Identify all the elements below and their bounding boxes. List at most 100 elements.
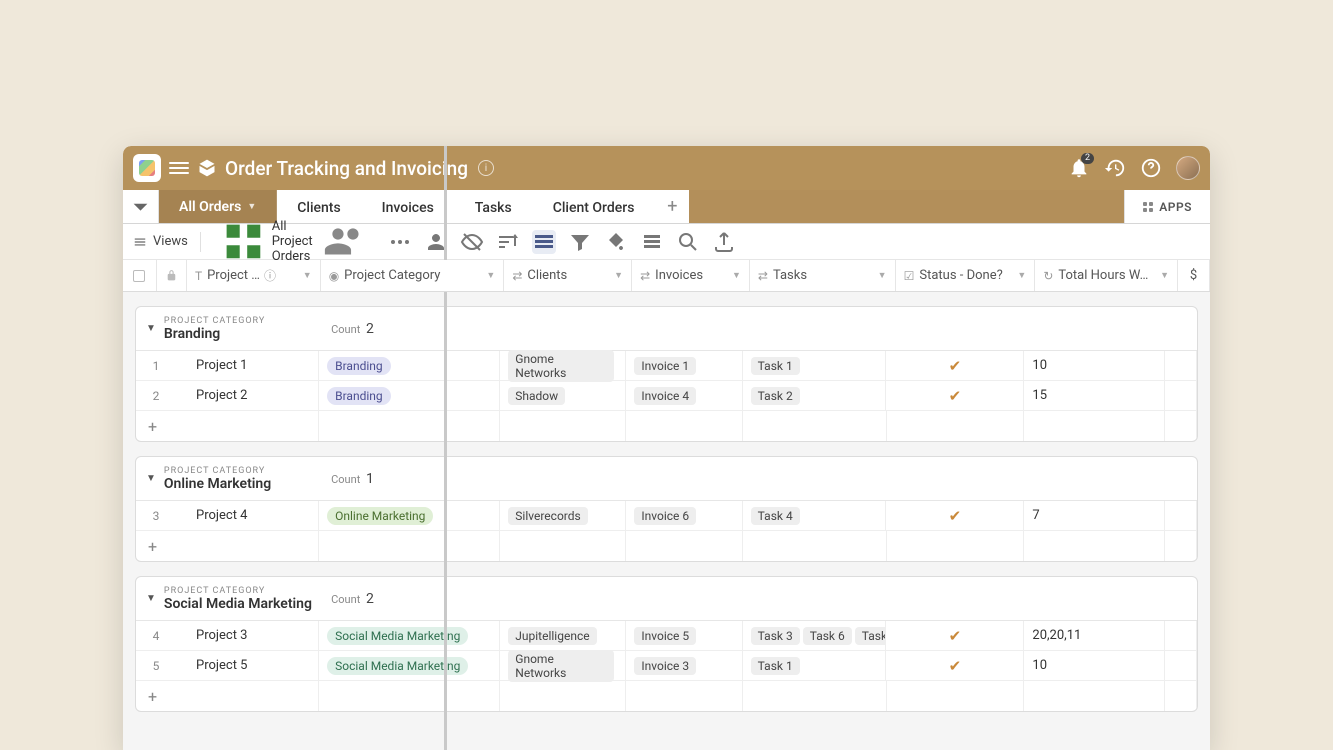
- cell-tasks[interactable]: Task 4: [743, 501, 887, 530]
- table-row[interactable]: 2 Project 2 Branding Shadow Invoice 4 Ta…: [136, 381, 1197, 411]
- row-name-cell[interactable]: 3 Project 4: [136, 501, 319, 530]
- table-row[interactable]: 4 Project 3 Social Media Marketing Jupit…: [136, 621, 1197, 651]
- add-row[interactable]: +: [136, 531, 1197, 561]
- cell-status[interactable]: ✔: [886, 651, 1024, 680]
- row-height-button[interactable]: [640, 230, 664, 254]
- cell-tasks[interactable]: Task 2: [743, 381, 887, 410]
- cell-category[interactable]: Branding: [319, 381, 500, 410]
- task-pill[interactable]: Task 2: [751, 387, 800, 405]
- row-name-cell[interactable]: 1 Project 1: [136, 351, 319, 380]
- cell-category[interactable]: Branding: [319, 351, 500, 380]
- cell-category[interactable]: Social Media Marketing: [319, 651, 500, 680]
- column-project-name[interactable]: T Project … ⓘ ▼: [187, 260, 321, 291]
- notifications-button[interactable]: 2: [1068, 157, 1090, 179]
- column-status[interactable]: ☑ Status - Done? ▼: [896, 260, 1036, 291]
- views-button[interactable]: Views: [133, 234, 188, 249]
- app-logo[interactable]: [133, 154, 161, 182]
- cell-tasks[interactable]: Task 1: [743, 651, 887, 680]
- task-pill[interactable]: Task 3: [751, 627, 800, 645]
- filter-button[interactable]: [568, 230, 592, 254]
- cell-tasks[interactable]: Task 3Task 6Task: [743, 621, 887, 650]
- cell-rate[interactable]: [1165, 651, 1197, 680]
- client-pill[interactable]: Shadow: [508, 387, 565, 405]
- group-header[interactable]: ▼ PROJECT CATEGORY Social Media Marketin…: [136, 577, 1197, 621]
- column-total-hours[interactable]: ↻ Total Hours W… ▼: [1035, 260, 1178, 291]
- cell-rate[interactable]: [1165, 381, 1197, 410]
- cell-invoice[interactable]: Invoice 5: [626, 621, 742, 650]
- cell-client[interactable]: Jupitelligence: [500, 621, 626, 650]
- column-menu-button[interactable]: ▼: [1017, 270, 1026, 281]
- column-project-category[interactable]: ◉ Project Category ▼: [321, 260, 505, 291]
- share-users-button[interactable]: [424, 230, 448, 254]
- cell-hours[interactable]: 20,20,11: [1024, 621, 1165, 650]
- table-row[interactable]: 1 Project 1 Branding Gnome Networks Invo…: [136, 351, 1197, 381]
- invoice-pill[interactable]: Invoice 4: [634, 387, 696, 405]
- hide-fields-button[interactable]: [460, 230, 484, 254]
- cell-client[interactable]: Gnome Networks: [500, 651, 626, 680]
- invoice-pill[interactable]: Invoice 3: [634, 657, 696, 675]
- row-name-cell[interactable]: 2 Project 2: [136, 381, 319, 410]
- cell-invoice[interactable]: Invoice 3: [626, 651, 742, 680]
- table-body[interactable]: ▼ PROJECT CATEGORY Branding Count 2 1 Pr…: [123, 292, 1210, 750]
- cell-client[interactable]: Silverecords: [500, 501, 626, 530]
- cell-hours[interactable]: 15: [1024, 381, 1165, 410]
- collapse-icon[interactable]: ▼: [146, 323, 156, 334]
- cell-hours[interactable]: 10: [1024, 351, 1165, 380]
- tab-tasks[interactable]: Tasks: [455, 190, 533, 223]
- tab-client-orders[interactable]: Client Orders: [533, 190, 656, 223]
- column-menu-button[interactable]: ▼: [1160, 270, 1169, 281]
- column-menu-button[interactable]: ▼: [486, 270, 495, 281]
- add-table-button[interactable]: +: [655, 190, 689, 223]
- cell-status[interactable]: ✔: [886, 351, 1024, 380]
- task-pill[interactable]: Task 6: [803, 627, 852, 645]
- help-button[interactable]: [1140, 157, 1162, 179]
- menu-icon[interactable]: [169, 158, 189, 178]
- cell-status[interactable]: ✔: [886, 381, 1024, 410]
- cell-category[interactable]: Online Marketing: [319, 501, 500, 530]
- cell-rate[interactable]: [1165, 351, 1197, 380]
- collapse-icon[interactable]: ▼: [146, 473, 156, 484]
- task-pill[interactable]: Task 1: [751, 657, 800, 675]
- expand-tables-button[interactable]: [123, 190, 159, 223]
- export-button[interactable]: [712, 230, 736, 254]
- cell-category[interactable]: Social Media Marketing: [319, 621, 500, 650]
- info-icon[interactable]: i: [478, 160, 494, 176]
- cell-client[interactable]: Shadow: [500, 381, 626, 410]
- collapse-icon[interactable]: ▼: [146, 593, 156, 604]
- group-header[interactable]: ▼ PROJECT CATEGORY Branding Count 2: [136, 307, 1197, 351]
- tab-invoices[interactable]: Invoices: [362, 190, 455, 223]
- table-row[interactable]: 5 Project 5 Social Media Marketing Gnome…: [136, 651, 1197, 681]
- column-menu-button[interactable]: ▼: [732, 270, 741, 281]
- history-button[interactable]: [1104, 157, 1126, 179]
- cell-invoice[interactable]: Invoice 4: [626, 381, 742, 410]
- cell-rate[interactable]: [1165, 501, 1197, 530]
- cell-tasks[interactable]: Task 1: [743, 351, 887, 380]
- cell-rate[interactable]: [1165, 621, 1197, 650]
- task-pill[interactable]: Task 4: [751, 507, 800, 525]
- column-invoices[interactable]: ⇄ Invoices ▼: [632, 260, 750, 291]
- apps-button[interactable]: APPS: [1124, 190, 1210, 223]
- search-button[interactable]: [676, 230, 700, 254]
- group-header[interactable]: ▼ PROJECT CATEGORY Online Marketing Coun…: [136, 457, 1197, 501]
- cell-hours[interactable]: 10: [1024, 651, 1165, 680]
- add-row[interactable]: +: [136, 411, 1197, 441]
- cell-invoice[interactable]: Invoice 6: [626, 501, 742, 530]
- cell-invoice[interactable]: Invoice 1: [626, 351, 742, 380]
- group-button[interactable]: [532, 230, 556, 254]
- invoice-pill[interactable]: Invoice 1: [634, 357, 696, 375]
- column-menu-button[interactable]: ▼: [878, 270, 887, 281]
- task-pill[interactable]: Task: [855, 627, 887, 645]
- sort-button[interactable]: [496, 230, 520, 254]
- invoice-pill[interactable]: Invoice 5: [634, 627, 696, 645]
- cell-hours[interactable]: 7: [1024, 501, 1165, 530]
- column-menu-button[interactable]: ▼: [303, 270, 312, 281]
- user-avatar[interactable]: [1176, 156, 1200, 180]
- row-name-cell[interactable]: 4 Project 3: [136, 621, 319, 650]
- select-all-checkbox[interactable]: [123, 260, 157, 291]
- row-name-cell[interactable]: 5 Project 5: [136, 651, 319, 680]
- column-tasks[interactable]: ⇄ Tasks ▼: [750, 260, 896, 291]
- column-rate[interactable]: $: [1178, 260, 1210, 291]
- client-pill[interactable]: Gnome Networks: [508, 650, 614, 682]
- more-options-button[interactable]: [388, 230, 412, 254]
- cell-status[interactable]: ✔: [886, 501, 1024, 530]
